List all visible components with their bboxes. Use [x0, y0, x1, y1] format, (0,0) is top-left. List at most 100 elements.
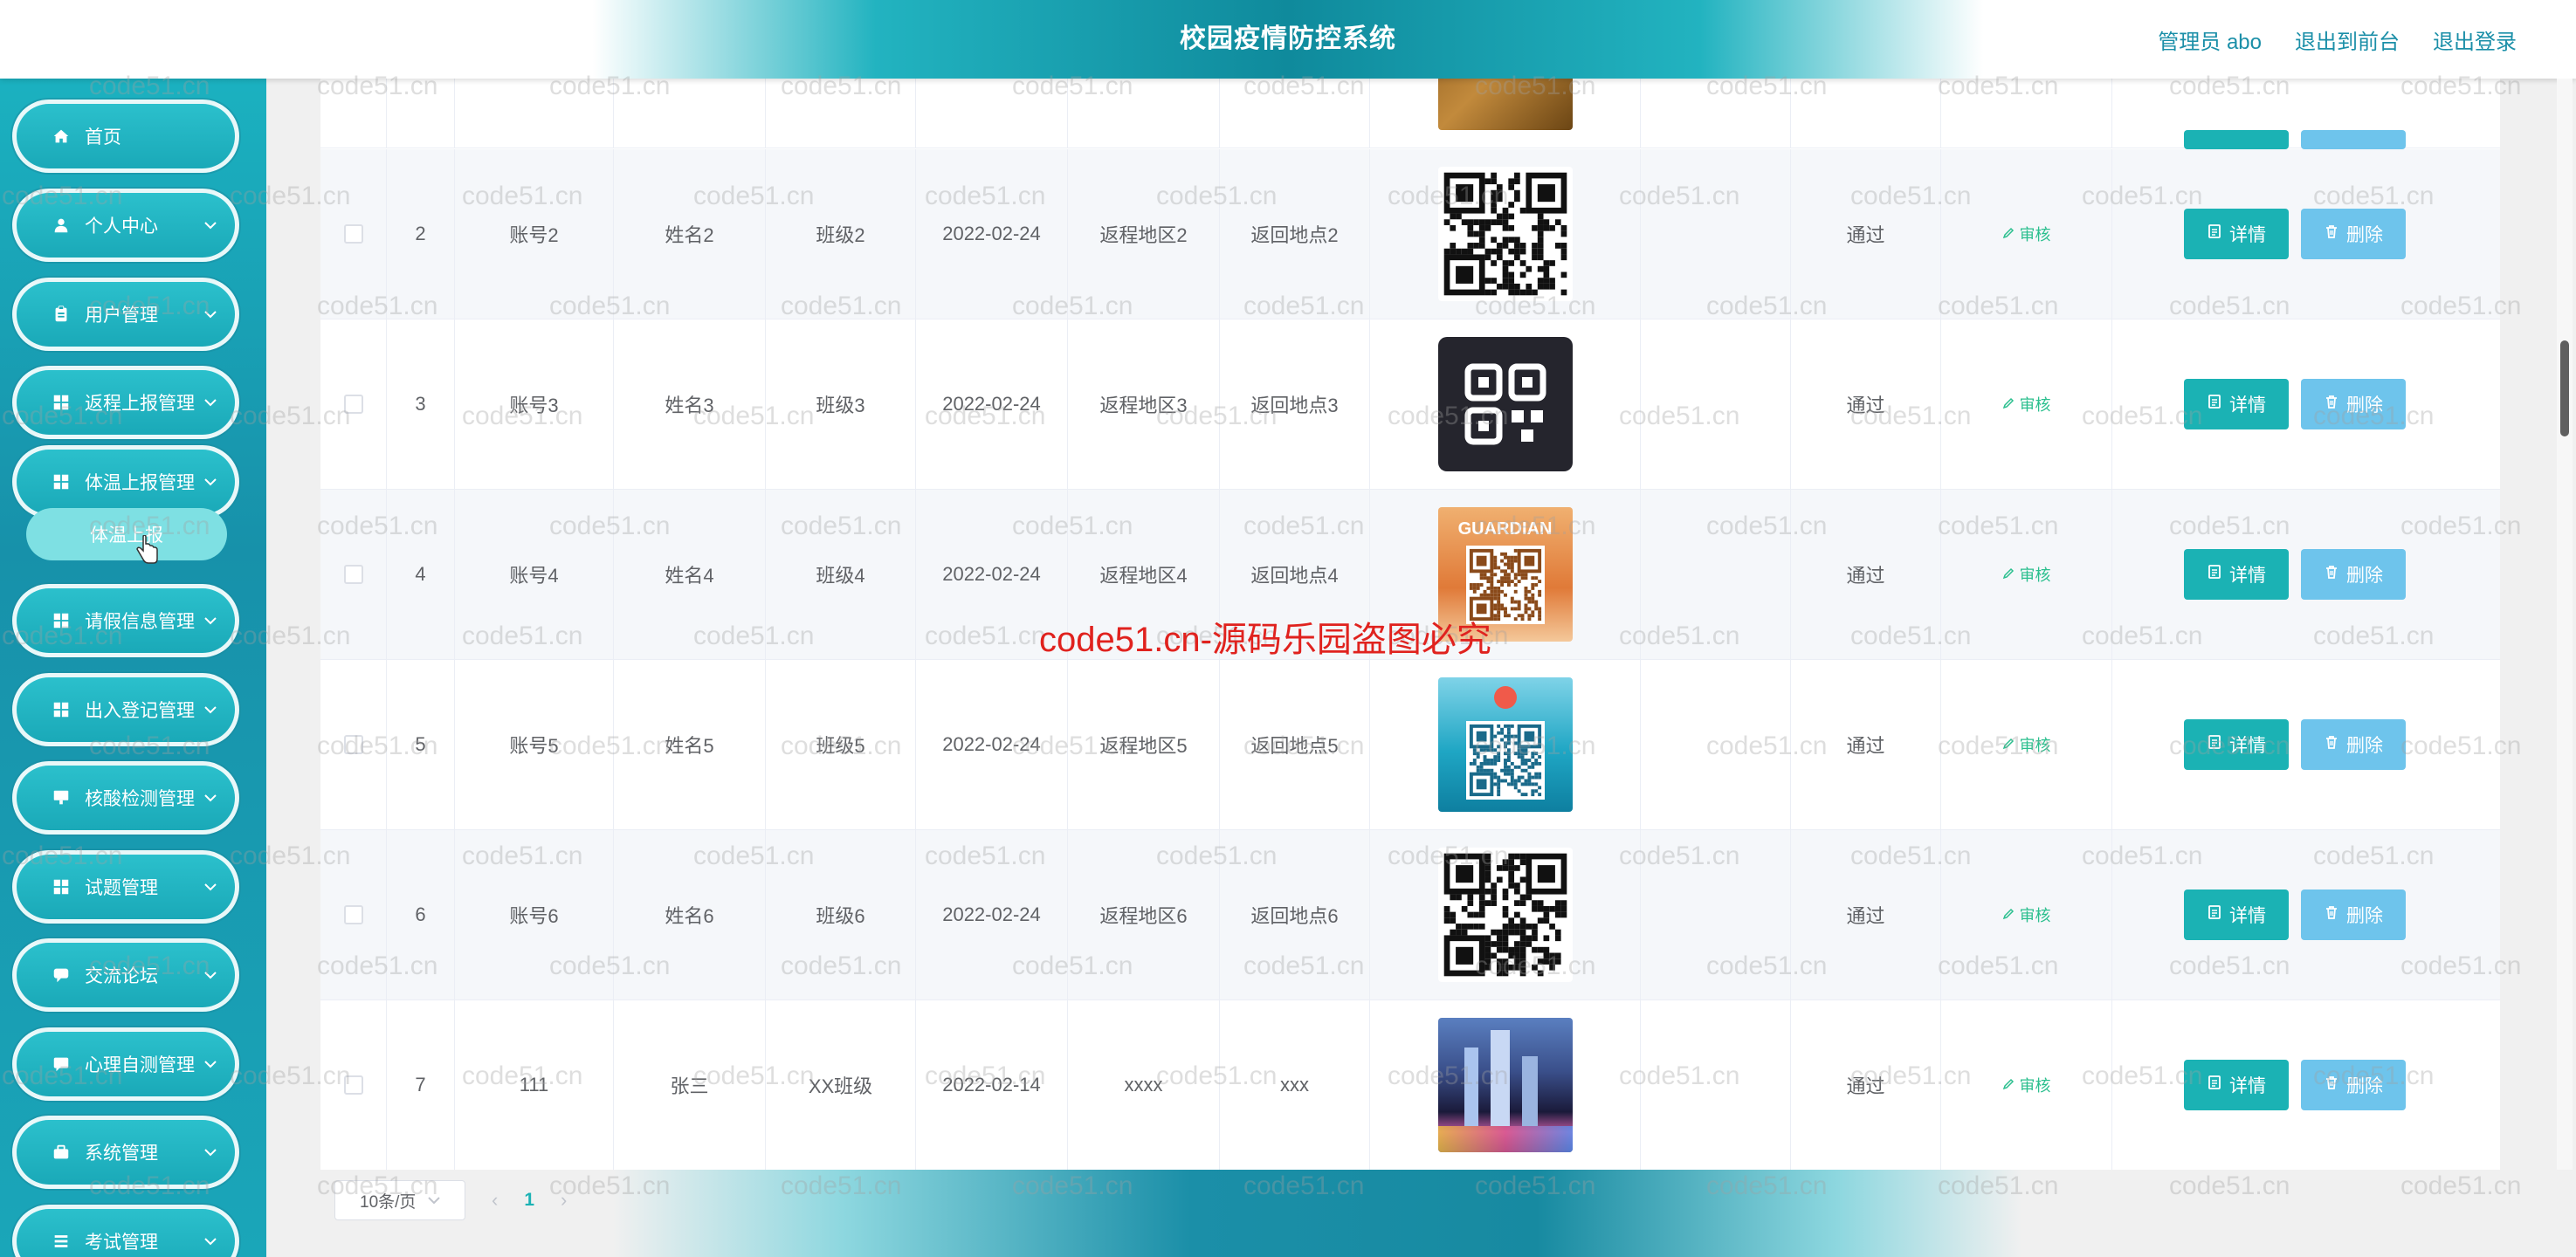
delete-label: 删除: [2346, 395, 2383, 416]
return-location-cell: 返回地点6: [1250, 905, 1339, 927]
date-cell: 2022-02-24: [942, 733, 1041, 755]
row-checkbox[interactable]: [343, 395, 363, 414]
row-checkbox[interactable]: [343, 735, 363, 754]
sidebar-item-9[interactable]: 试题管理: [12, 850, 239, 924]
audit-link[interactable]: 审核: [2002, 223, 2051, 245]
audit-link[interactable]: 审核: [2002, 563, 2051, 586]
account-cell: 账号5: [509, 735, 559, 757]
sidebar-item-7[interactable]: 出入登记管理: [12, 673, 239, 746]
delete-button[interactable]: 删除: [2301, 209, 2406, 259]
delete-label: 删除: [2346, 225, 2383, 245]
name-cell: 张三: [670, 1075, 709, 1097]
logout-link[interactable]: 退出登录: [2433, 24, 2517, 55]
row-checkbox[interactable]: [343, 565, 363, 584]
delete-button[interactable]: 删除: [2301, 1060, 2406, 1110]
chevron-down-icon: [202, 878, 219, 896]
exit-to-frontend-link[interactable]: 退出到前台: [2295, 24, 2400, 55]
audit-link[interactable]: 审核: [2002, 393, 2051, 416]
sidebar-item-13[interactable]: 考试管理: [12, 1205, 239, 1257]
date-cell: 2022-02-24: [942, 563, 1041, 585]
page-number-1[interactable]: 1: [524, 1190, 534, 1211]
audit-link[interactable]: 审核: [2002, 733, 2051, 756]
document-icon: [2207, 223, 2222, 244]
edit-icon: [2002, 1076, 2015, 1095]
delete-button[interactable]: 删除: [2301, 890, 2406, 940]
detail-label: 详情: [2229, 225, 2266, 245]
table-row: 6 账号6 姓名6 班级6 2022-02-24 返程地区6 返回地点6 通过 审核 详情 删除: [320, 830, 2500, 1000]
return-area-cell: 返程地区2: [1099, 224, 1188, 246]
next-page-button[interactable]: ›: [561, 1189, 567, 1212]
status-cell: 通过: [1846, 224, 1885, 246]
delete-label: 删除: [2346, 906, 2383, 926]
class-cell: 班级2: [816, 224, 865, 246]
name-cell: 姓名4: [665, 565, 714, 587]
grid-icon: [50, 609, 72, 632]
detail-button[interactable]: 详情: [2184, 209, 2289, 259]
row-index: 5: [415, 733, 426, 755]
edit-icon: [2002, 906, 2015, 924]
sidebar-item-label: 返程上报管理: [85, 394, 195, 414]
delete-button[interactable]: 删除: [2301, 549, 2406, 600]
row-index: 2: [415, 223, 426, 244]
detail-button[interactable]: [2184, 130, 2289, 149]
admin-user-link[interactable]: 管理员 abo: [2158, 24, 2262, 55]
sidebar-item-label: 考试管理: [85, 1233, 158, 1253]
detail-button[interactable]: 详情: [2184, 379, 2289, 429]
delete-label: 删除: [2346, 736, 2383, 756]
status-cell: 通过: [1846, 1075, 1885, 1097]
delete-button[interactable]: [2301, 130, 2406, 149]
audit-label: 审核: [2019, 567, 2051, 584]
document-icon: [2207, 394, 2222, 415]
scrollbar-thumb[interactable]: [2560, 340, 2569, 436]
row-checkbox[interactable]: [343, 224, 363, 244]
delete-label: 删除: [2346, 1076, 2383, 1096]
detail-button[interactable]: 详情: [2184, 1060, 2289, 1110]
grid-icon: [50, 391, 72, 414]
sidebar-item-10[interactable]: 交流论坛: [12, 938, 239, 1012]
page-size-select[interactable]: 10条/页: [334, 1180, 465, 1220]
class-cell: 班级4: [816, 565, 865, 587]
row-image: [1437, 167, 1573, 301]
status-cell: 通过: [1846, 395, 1885, 416]
watermark-banner: code51.cn-源码乐园盗图必究: [1039, 621, 1491, 659]
sidebar-item-2[interactable]: 个人中心: [12, 189, 239, 262]
table-row: 2 账号2 姓名2 班级2 2022-02-24 返程地区2 返回地点2 通过 审核 详情 删除: [320, 149, 2500, 319]
prev-page-button[interactable]: ‹: [492, 1189, 498, 1212]
sidebar-item-11[interactable]: 心理自测管理: [12, 1027, 239, 1101]
return-area-cell: 返程地区4: [1099, 565, 1188, 587]
sidebar-item-8[interactable]: 核酸检测管理: [12, 761, 239, 835]
return-area-cell: 返程地区5: [1099, 735, 1188, 757]
account-cell: 111: [519, 1074, 549, 1096]
message-icon: [50, 1053, 72, 1075]
row-checkbox[interactable]: [343, 1075, 363, 1095]
detail-button[interactable]: 详情: [2184, 719, 2289, 770]
sidebar-item-label: 心理自测管理: [85, 1055, 195, 1075]
sidebar-item-4[interactable]: 返程上报管理: [12, 366, 239, 439]
footer-bar: [266, 1170, 2576, 1257]
scrollbar-track[interactable]: [2557, 79, 2573, 1170]
row-index: 3: [415, 393, 426, 415]
sidebar-item-1[interactable]: 首页: [12, 100, 239, 173]
submenu-item-temperature-report[interactable]: 体温上报: [26, 508, 227, 560]
class-cell: XX班级: [808, 1075, 873, 1097]
row-index: 4: [415, 563, 426, 585]
detail-label: 详情: [2229, 736, 2266, 756]
sidebar-item-6[interactable]: 请假信息管理: [12, 584, 239, 657]
row-index: 7: [415, 1074, 426, 1096]
row-checkbox[interactable]: [343, 905, 363, 924]
row-index: 6: [415, 903, 426, 925]
return-area-cell: xxxx: [1124, 1074, 1163, 1096]
sidebar-item-12[interactable]: 系统管理: [12, 1116, 239, 1189]
delete-button[interactable]: 删除: [2301, 379, 2406, 429]
sidebar-item-3[interactable]: 用户管理: [12, 278, 239, 351]
account-cell: 账号6: [509, 905, 559, 927]
name-cell: 姓名3: [665, 395, 714, 416]
detail-button[interactable]: 详情: [2184, 890, 2289, 940]
audit-link[interactable]: 审核: [2002, 1074, 2051, 1096]
audit-link[interactable]: 审核: [2002, 903, 2051, 926]
grid-icon: [50, 471, 72, 493]
row-image: [1437, 677, 1573, 812]
return-area-cell: 返程地区6: [1099, 905, 1188, 927]
detail-button[interactable]: 详情: [2184, 549, 2289, 600]
delete-button[interactable]: 删除: [2301, 719, 2406, 770]
